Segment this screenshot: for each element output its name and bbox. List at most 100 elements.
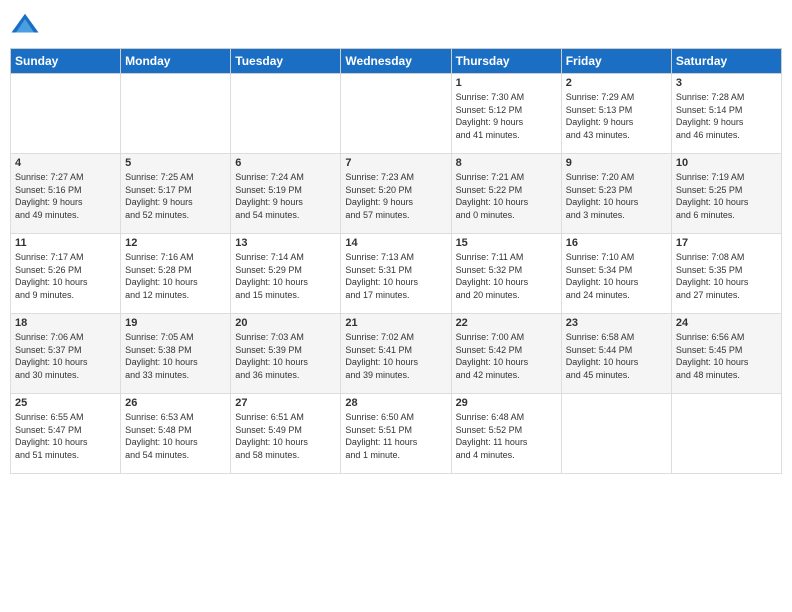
day-number: 17 (676, 237, 777, 249)
day-info: Sunrise: 7:27 AM Sunset: 5:16 PM Dayligh… (15, 171, 116, 221)
day-number: 5 (125, 157, 226, 169)
day-info: Sunrise: 7:20 AM Sunset: 5:23 PM Dayligh… (566, 171, 667, 221)
day-number: 18 (15, 317, 116, 329)
day-number: 19 (125, 317, 226, 329)
calendar-cell: 11 Sunrise: 7:17 AM Sunset: 5:26 PM Dayli… (11, 234, 121, 314)
day-info: Sunrise: 7:08 AM Sunset: 5:35 PM Dayligh… (676, 251, 777, 301)
calendar-cell: 27Sunrise: 6:51 AM Sunset: 5:49 PM Dayli… (231, 394, 341, 474)
calendar-cell: 18 Sunrise: 7:06 AM Sunset: 5:37 PM Dayli… (11, 314, 121, 394)
calendar-cell: 21 Sunrise: 7:02 AM Sunset: 5:41 PM Dayli… (341, 314, 451, 394)
day-info: Sunrise: 7:21 AM Sunset: 5:22 PM Dayligh… (456, 171, 557, 221)
calendar-week-3: 11 Sunrise: 7:17 AM Sunset: 5:26 PM Dayli… (11, 234, 782, 314)
day-number: 29 (456, 397, 557, 409)
calendar-week-5: 25 Sunrise: 6:55 AM Sunset: 5:47 PM Dayli… (11, 394, 782, 474)
calendar-cell (561, 394, 671, 474)
day-number: 9 (566, 157, 667, 169)
day-info: Sunrise: 6:56 AM Sunset: 5:45 PM Dayligh… (676, 331, 777, 381)
day-number: 28 (345, 397, 446, 409)
day-info: Sunrise: 7:14 AM Sunset: 5:29 PM Dayligh… (235, 251, 336, 301)
day-info: Sunrise: 7:00 AM Sunset: 5:42 PM Dayligh… (456, 331, 557, 381)
calendar-week-1: 1 Sunrise: 7:30 AM Sunset: 5:12 PM Daylig… (11, 74, 782, 154)
calendar-cell: 25 Sunrise: 6:55 AM Sunset: 5:47 PM Dayli… (11, 394, 121, 474)
day-info: Sunrise: 6:48 AM Sunset: 5:52 PM Dayligh… (456, 411, 557, 461)
header-thursday: Thursday (451, 49, 561, 74)
day-number: 8 (456, 157, 557, 169)
day-number: 26 (125, 397, 226, 409)
calendar-cell: 5 Sunrise: 7:25 AM Sunset: 5:17 PM Daylig… (121, 154, 231, 234)
day-info: Sunrise: 7:19 AM Sunset: 5:25 PM Dayligh… (676, 171, 777, 221)
day-info: Sunrise: 7:10 AM Sunset: 5:34 PM Dayligh… (566, 251, 667, 301)
calendar-cell (341, 74, 451, 154)
calendar-cell: 12 Sunrise: 7:16 AM Sunset: 5:28 PM Dayli… (121, 234, 231, 314)
day-number: 16 (566, 237, 667, 249)
day-info: Sunrise: 6:58 AM Sunset: 5:44 PM Dayligh… (566, 331, 667, 381)
day-info: Sunrise: 7:02 AM Sunset: 5:41 PM Dayligh… (345, 331, 446, 381)
day-info: Sunrise: 7:25 AM Sunset: 5:17 PM Dayligh… (125, 171, 226, 221)
day-info: Sunrise: 7:29 AM Sunset: 5:13 PM Dayligh… (566, 91, 667, 141)
header-friday: Friday (561, 49, 671, 74)
calendar-cell (11, 74, 121, 154)
calendar-week-4: 18 Sunrise: 7:06 AM Sunset: 5:37 PM Dayli… (11, 314, 782, 394)
day-number: 20 (235, 317, 336, 329)
day-number: 15 (456, 237, 557, 249)
calendar-cell: 10 Sunrise: 7:19 AM Sunset: 5:25 PM Dayli… (671, 154, 781, 234)
logo-icon (10, 10, 40, 40)
day-number: 3 (676, 77, 777, 89)
day-info: Sunrise: 6:55 AM Sunset: 5:47 PM Dayligh… (15, 411, 116, 461)
calendar-cell: 29 Sunrise: 6:48 AM Sunset: 5:52 PM Dayli… (451, 394, 561, 474)
calendar-cell: 22Sunrise: 7:00 AM Sunset: 5:42 PM Dayli… (451, 314, 561, 394)
day-number: 24 (676, 317, 777, 329)
day-number: 6 (235, 157, 336, 169)
calendar-cell: 8 Sunrise: 7:21 AM Sunset: 5:22 PM Daylig… (451, 154, 561, 234)
day-number: 23 (566, 317, 667, 329)
day-info: Sunrise: 7:06 AM Sunset: 5:37 PM Dayligh… (15, 331, 116, 381)
day-info: Sunrise: 7:05 AM Sunset: 5:38 PM Dayligh… (125, 331, 226, 381)
day-number: 1 (456, 77, 557, 89)
day-info: Sunrise: 7:11 AM Sunset: 5:32 PM Dayligh… (456, 251, 557, 301)
calendar-cell: 26 Sunrise: 6:53 AM Sunset: 5:48 PM Dayli… (121, 394, 231, 474)
day-number: 25 (15, 397, 116, 409)
calendar-cell: 17 Sunrise: 7:08 AM Sunset: 5:35 PM Dayli… (671, 234, 781, 314)
logo (10, 10, 44, 40)
calendar-cell: 13 Sunrise: 7:14 AM Sunset: 5:29 PM Dayli… (231, 234, 341, 314)
day-info: Sunrise: 7:17 AM Sunset: 5:26 PM Dayligh… (15, 251, 116, 301)
header-area (10, 10, 782, 40)
day-number: 13 (235, 237, 336, 249)
calendar-cell: 16 Sunrise: 7:10 AM Sunset: 5:34 PM Dayli… (561, 234, 671, 314)
day-info: Sunrise: 6:51 AM Sunset: 5:49 PM Dayligh… (235, 411, 336, 461)
calendar-cell (671, 394, 781, 474)
day-info: Sunrise: 7:16 AM Sunset: 5:28 PM Dayligh… (125, 251, 226, 301)
day-info: Sunrise: 7:30 AM Sunset: 5:12 PM Dayligh… (456, 91, 557, 141)
calendar-cell: 9 Sunrise: 7:20 AM Sunset: 5:23 PM Daylig… (561, 154, 671, 234)
day-number: 14 (345, 237, 446, 249)
day-number: 4 (15, 157, 116, 169)
day-number: 21 (345, 317, 446, 329)
header-monday: Monday (121, 49, 231, 74)
day-info: Sunrise: 7:13 AM Sunset: 5:31 PM Dayligh… (345, 251, 446, 301)
day-info: Sunrise: 7:28 AM Sunset: 5:14 PM Dayligh… (676, 91, 777, 141)
day-info: Sunrise: 7:24 AM Sunset: 5:19 PM Dayligh… (235, 171, 336, 221)
calendar-cell: 4 Sunrise: 7:27 AM Sunset: 5:16 PM Daylig… (11, 154, 121, 234)
calendar-cell: 1 Sunrise: 7:30 AM Sunset: 5:12 PM Daylig… (451, 74, 561, 154)
day-info: Sunrise: 7:23 AM Sunset: 5:20 PM Dayligh… (345, 171, 446, 221)
calendar-cell: 15 Sunrise: 7:11 AM Sunset: 5:32 PM Dayli… (451, 234, 561, 314)
calendar-cell: 6 Sunrise: 7:24 AM Sunset: 5:19 PM Daylig… (231, 154, 341, 234)
calendar-header-row: SundayMondayTuesdayWednesdayThursdayFrid… (11, 49, 782, 74)
day-number: 2 (566, 77, 667, 89)
day-number: 11 (15, 237, 116, 249)
calendar-cell: 3 Sunrise: 7:28 AM Sunset: 5:14 PM Daylig… (671, 74, 781, 154)
calendar-cell: 14 Sunrise: 7:13 AM Sunset: 5:31 PM Dayli… (341, 234, 451, 314)
day-number: 12 (125, 237, 226, 249)
calendar-cell: 2 Sunrise: 7:29 AM Sunset: 5:13 PM Daylig… (561, 74, 671, 154)
day-info: Sunrise: 7:03 AM Sunset: 5:39 PM Dayligh… (235, 331, 336, 381)
header-wednesday: Wednesday (341, 49, 451, 74)
calendar-cell: 7 Sunrise: 7:23 AM Sunset: 5:20 PM Daylig… (341, 154, 451, 234)
calendar-week-2: 4 Sunrise: 7:27 AM Sunset: 5:16 PM Daylig… (11, 154, 782, 234)
day-info: Sunrise: 6:53 AM Sunset: 5:48 PM Dayligh… (125, 411, 226, 461)
day-number: 7 (345, 157, 446, 169)
calendar-table: SundayMondayTuesdayWednesdayThursdayFrid… (10, 48, 782, 474)
calendar-cell: 20 Sunrise: 7:03 AM Sunset: 5:39 PM Dayli… (231, 314, 341, 394)
calendar-cell: 19 Sunrise: 7:05 AM Sunset: 5:38 PM Dayli… (121, 314, 231, 394)
day-number: 10 (676, 157, 777, 169)
calendar-cell (231, 74, 341, 154)
